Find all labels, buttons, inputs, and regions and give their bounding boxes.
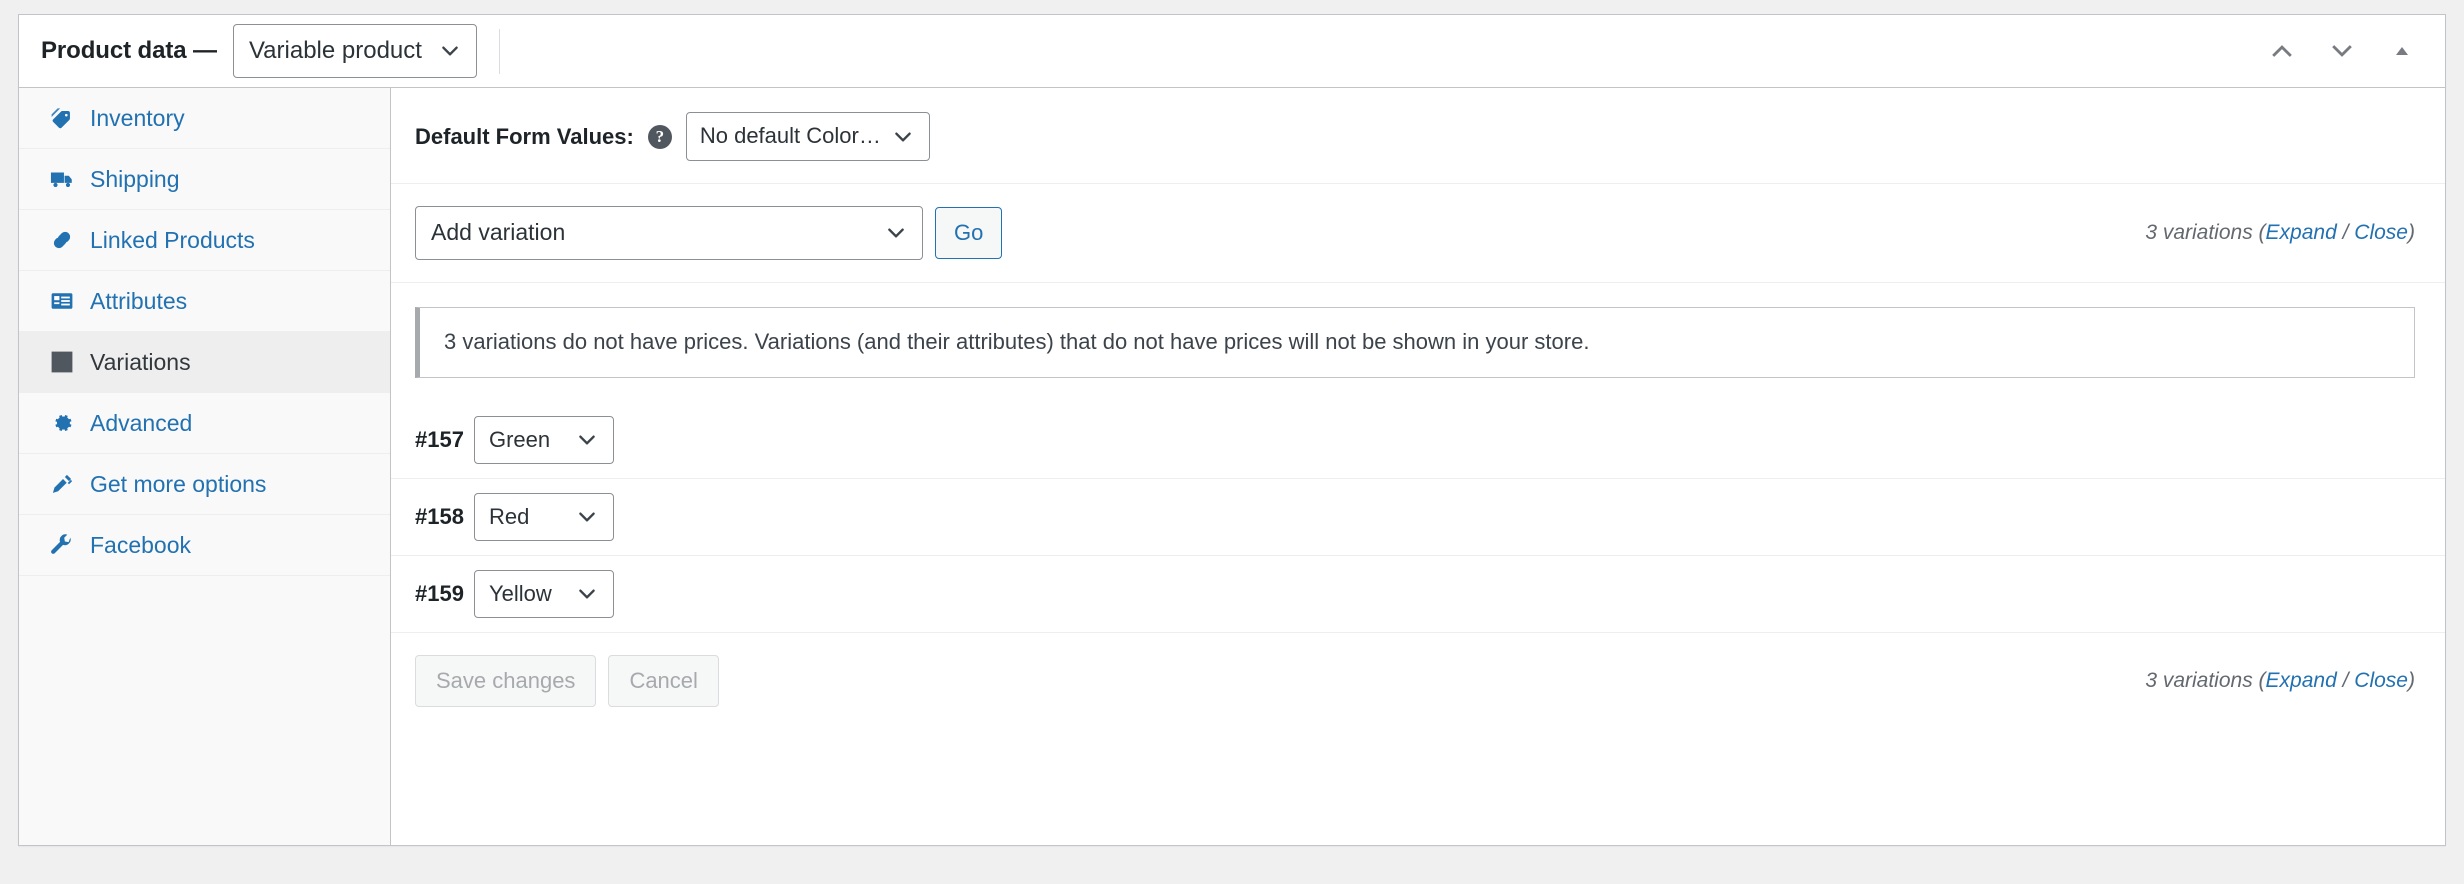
add-variation-row: Add variation Go 3 variations (Expand / … [391,184,2445,283]
sidebar-item-advanced[interactable]: Advanced [19,393,390,454]
plugin-icon [49,471,75,497]
variation-attribute-select-wrap: Red [473,492,614,541]
link-icon [49,227,75,253]
default-form-values-label: Default Form Values: [415,123,634,149]
go-button[interactable]: Go [935,207,1003,259]
save-changes-button[interactable]: Save changes [415,654,597,707]
table-row: #159 Yellow [391,556,2445,633]
no-prices-notice: 3 variations do not have prices. Variati… [415,307,2415,378]
variation-attribute-select-wrap: Yellow [473,569,614,618]
variation-id: #159 [415,580,464,606]
add-variation-select[interactable]: Add variation [415,206,923,260]
table-row: #157 Green [391,402,2445,479]
sidebar-item-linked-products[interactable]: Linked Products [19,210,390,271]
chevron-up-icon [2269,38,2295,64]
product-data-tabs: Inventory Shipping Linked Products Attri… [19,88,391,845]
sidebar-item-label: Attributes [90,287,188,314]
sidebar-item-label: Facebook [90,531,192,558]
product-type-select[interactable]: Variable product [232,24,477,78]
gear-icon [49,410,75,436]
sidebar-item-get-more-options[interactable]: Get more options [19,454,390,515]
default-color-select-wrap: No default Color… [685,112,930,161]
header-actions [2257,26,2433,76]
header-divider [498,28,500,74]
chevron-down-icon [2329,38,2355,64]
sidebar-item-label: Linked Products [90,226,255,253]
panel-body: Inventory Shipping Linked Products Attri… [19,88,2445,845]
close-paren: ) [2408,668,2415,692]
variations-summary-bottom: 3 variations (Expand / Close) [2145,669,2415,693]
sidebar-item-facebook[interactable]: Facebook [19,515,390,576]
variations-panel: Default Form Values: ? No default Color…… [391,88,2445,845]
move-up-button[interactable] [2257,26,2307,76]
close-paren: ) [2408,221,2415,244]
triangle-up-icon [2392,41,2412,61]
separator: / [2336,221,2355,244]
variation-attribute-select[interactable]: Red [473,492,614,541]
variations-summary-top: 3 variations (Expand / Close) [2145,221,2415,245]
add-variation-select-wrap: Add variation [415,206,923,260]
shipping-truck-icon [49,166,75,192]
table-row: #158 Red [391,479,2445,556]
variations-count-text: 3 variations [2145,668,2253,692]
help-icon[interactable]: ? [647,124,672,149]
open-paren: ( [2258,668,2266,692]
open-paren: ( [2258,221,2266,244]
sidebar-item-label: Inventory [90,104,185,131]
grid-icon [49,349,75,375]
page-title: Product data — [41,37,217,64]
attributes-icon [49,288,75,314]
variation-attribute-select-wrap: Green [473,415,614,464]
separator: / [2336,668,2355,692]
metabox-header: Product data — Variable product [19,15,2445,88]
sidebar-item-variations[interactable]: Variations [19,332,390,393]
notice-row: 3 variations do not have prices. Variati… [391,283,2445,402]
sidebar-item-label: Get more options [90,470,267,497]
default-color-select[interactable]: No default Color… [685,112,930,161]
default-form-values-row: Default Form Values: ? No default Color… [391,88,2445,184]
product-type-select-wrap: Variable product [232,24,477,78]
close-link[interactable]: Close [2354,669,2408,692]
variations-footer: Save changes Cancel 3 variations (Expand… [391,633,2445,729]
sidebar-item-label: Shipping [90,165,180,192]
cancel-button[interactable]: Cancel [608,654,719,707]
variations-count-text: 3 variations [2145,221,2253,244]
sidebar-item-label: Advanced [90,409,193,436]
variation-attribute-select[interactable]: Yellow [473,569,614,618]
expand-link[interactable]: Expand [2266,221,2337,244]
sidebar-item-shipping[interactable]: Shipping [19,149,390,210]
move-down-button[interactable] [2317,26,2367,76]
product-data-metabox: Product data — Variable product Inventor… [18,14,2446,846]
variation-id: #157 [415,426,464,452]
variation-attribute-select[interactable]: Green [473,415,614,464]
variation-id: #158 [415,503,464,529]
sidebar-item-inventory[interactable]: Inventory [19,88,390,149]
sidebar-item-attributes[interactable]: Attributes [19,271,390,332]
sidebar-item-label: Variations [90,348,191,375]
expand-link[interactable]: Expand [2266,669,2337,692]
close-link[interactable]: Close [2354,221,2408,244]
toggle-panel-button[interactable] [2377,26,2427,76]
wrench-icon [49,532,75,558]
inventory-icon [49,105,75,131]
